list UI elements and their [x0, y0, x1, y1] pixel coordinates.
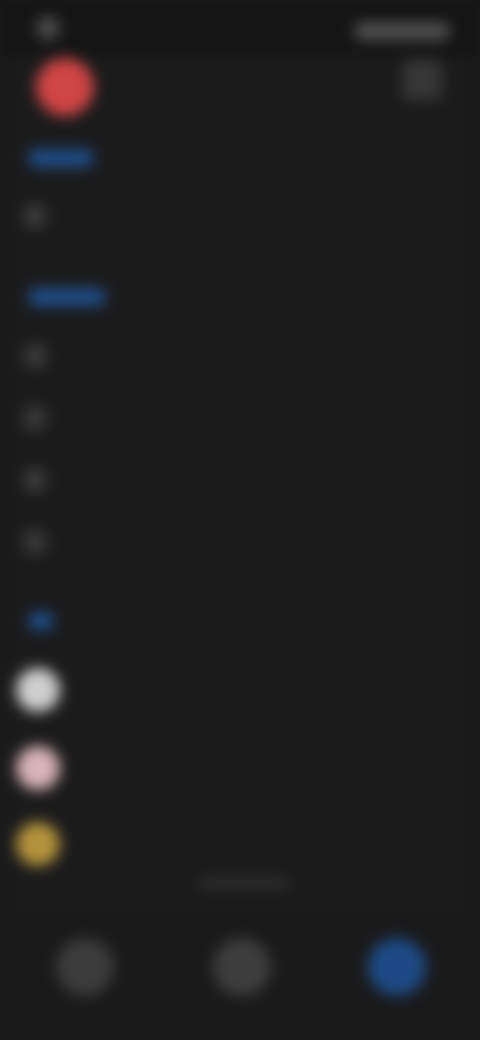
app-list-item[interactable] [16, 818, 336, 870]
app-list-item[interactable] [16, 742, 336, 794]
bottom-navigation [0, 912, 480, 1040]
footer-text [198, 878, 290, 888]
home-icon[interactable] [56, 938, 114, 996]
profile-icon[interactable] [368, 938, 426, 996]
app-icon [16, 668, 60, 712]
app-logo [36, 58, 94, 116]
menu-icon[interactable] [402, 60, 442, 100]
page-title [188, 72, 300, 96]
settings-icon [24, 345, 46, 367]
grid-icon [24, 407, 46, 429]
menu-item[interactable] [24, 400, 324, 436]
section-label [28, 612, 54, 630]
globe-icon[interactable] [213, 938, 271, 996]
menu-item[interactable] [24, 338, 324, 374]
app-list-item[interactable] [16, 664, 336, 716]
blurred-app-screen [0, 0, 480, 1040]
app-icon [16, 822, 60, 866]
status-indicator-icon [36, 16, 60, 40]
list-icon [24, 205, 46, 227]
help-icon [24, 531, 46, 553]
menu-item[interactable] [24, 524, 324, 560]
menu-item[interactable] [24, 462, 324, 498]
status-icons [354, 22, 450, 40]
menu-item[interactable] [24, 198, 324, 234]
app-header [0, 56, 480, 126]
app-icon [16, 746, 60, 790]
section-label [28, 288, 106, 306]
status-bar [0, 0, 480, 56]
tools-icon [24, 469, 46, 491]
section-label [28, 149, 94, 167]
